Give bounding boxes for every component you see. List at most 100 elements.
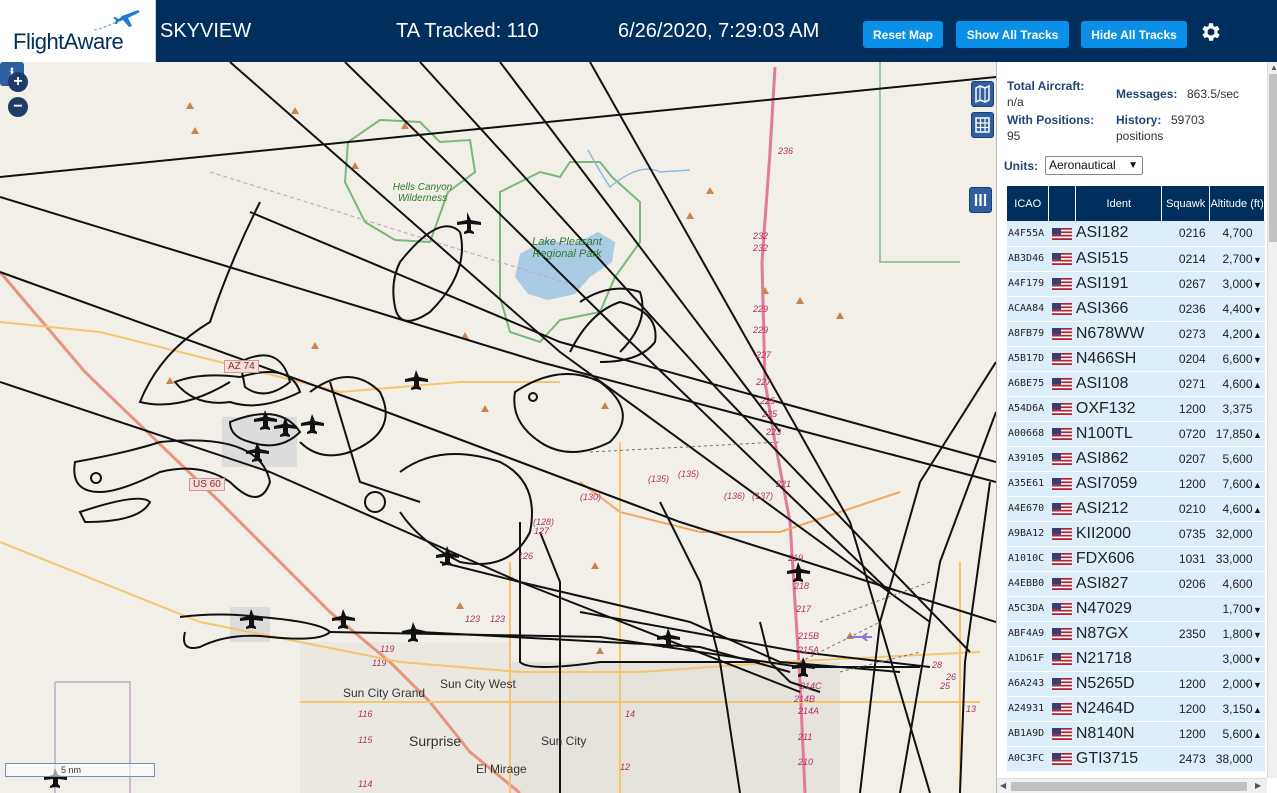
highway-303 <box>579 481 901 533</box>
us-flag-icon <box>1052 453 1073 466</box>
us-flag-icon <box>1052 503 1073 516</box>
cell-squawk: 1200 <box>1161 721 1210 747</box>
cell-flag <box>1048 696 1076 722</box>
table-row[interactable]: A8FB79 N678WW 0273 4,200▲ <box>1007 321 1265 347</box>
us-flag-icon <box>1052 703 1073 716</box>
table-row[interactable]: AB3D46 ASI515 0214 2,700▼ <box>1007 246 1265 272</box>
mile-marker: 225 <box>759 396 776 406</box>
place-label: Surprise <box>409 733 462 749</box>
cell-altitude: 3,000▼ <box>1209 271 1265 297</box>
us-flag-icon <box>1052 628 1073 641</box>
cell-altitude: 2,000▼ <box>1209 671 1265 697</box>
airport-icon <box>850 633 872 641</box>
table-row[interactable]: A6A243 N5265D 1200 2,000▼ <box>1007 671 1265 697</box>
table-row[interactable]: A9BA12 KII2000 0735 32,000 <box>1007 521 1265 547</box>
altitude-trend-icon: ▼ <box>1253 604 1262 615</box>
table-row[interactable]: A00668 N100TL 0720 17,850▲ <box>1007 421 1265 447</box>
place-label: Sun City Grand <box>343 686 426 700</box>
park-label: Lake Pleasant Regional Park <box>532 236 602 260</box>
us-flag-icon <box>1052 228 1073 241</box>
vertical-scrollbar[interactable]: ▲ <box>1267 62 1277 778</box>
cell-altitude: 4,600▲ <box>1209 496 1265 522</box>
cell-flag <box>1048 271 1076 297</box>
horizontal-scrollbar[interactable]: ◀ ▶ <box>997 778 1267 793</box>
sidebar-toggle-button[interactable] <box>969 187 992 213</box>
mile-marker: 214B <box>793 694 815 704</box>
cell-flag <box>1048 471 1076 497</box>
cell-flag <box>1048 346 1076 372</box>
column-header-altitude[interactable]: Altitude (ft) <box>1209 186 1265 221</box>
scroll-left-icon[interactable]: ◀ <box>1000 781 1006 790</box>
us-flag-icon <box>1052 528 1073 541</box>
table-row[interactable]: A4F55A ASI182 0216 4,700 <box>1007 221 1265 247</box>
map-layers-button[interactable] <box>971 81 994 107</box>
column-header-squawk[interactable]: Squawk <box>1161 186 1211 221</box>
table-row[interactable]: ACAA84 ASI366 0236 4,400▼ <box>1007 296 1265 322</box>
total-aircraft-value: n/a <box>1007 95 1024 109</box>
us-flag-icon <box>1052 403 1073 416</box>
altitude-value: 4,600 <box>1222 576 1253 591</box>
table-row[interactable]: A4EBB0 ASI827 0206 4,600 <box>1007 571 1265 597</box>
column-header-flag[interactable] <box>1048 186 1077 221</box>
table-row[interactable]: A1D61F N21718 3,000▼ <box>1007 646 1265 672</box>
horizontal-scroll-thumb[interactable] <box>1011 782 1247 791</box>
mile-marker: 126 <box>518 551 533 561</box>
altitude-trend-icon: ▲ <box>1253 329 1262 340</box>
column-header-ident[interactable]: Ident <box>1075 186 1163 221</box>
mile-marker: 227 <box>755 377 772 387</box>
cell-altitude: 1,800▼ <box>1209 621 1265 647</box>
table-row[interactable]: A0C3FC GTI3715 2473 38,000 <box>1007 746 1265 772</box>
reset-map-button[interactable]: Reset Map <box>863 21 943 48</box>
gear-icon[interactable] <box>1198 20 1222 44</box>
cell-flag <box>1048 221 1076 247</box>
table-row[interactable]: A6BE75 ASI108 0271 4,600▲ <box>1007 371 1265 397</box>
cell-icao: A6BE75 <box>1007 371 1049 397</box>
table-row[interactable]: A4E670 ASI212 0210 4,600▲ <box>1007 496 1265 522</box>
scroll-up-icon[interactable]: ▲ <box>1270 63 1277 72</box>
mile-marker: 227 <box>755 350 772 360</box>
map-canvas[interactable]: 236 232 232 229 229 227 227 225 225 223 … <box>0 62 996 793</box>
altitude-value: 5,600 <box>1222 451 1253 466</box>
cell-ident: KII2000 <box>1075 521 1162 547</box>
columns-icon <box>974 194 987 206</box>
altitude-trend-icon: ▼ <box>1253 629 1262 640</box>
zoom-in-button[interactable]: + <box>8 72 28 92</box>
cell-flag <box>1048 321 1076 347</box>
table-row[interactable]: A39105 ASI862 0207 5,600 <box>1007 446 1265 472</box>
zoom-out-button[interactable]: − <box>8 97 28 117</box>
table-row[interactable]: A5C3DA N47029 1,700▼ <box>1007 596 1265 622</box>
cell-squawk: 1200 <box>1161 396 1210 422</box>
table-row[interactable]: ABF4A9 N87GX 2350 1,800▼ <box>1007 621 1265 647</box>
cell-icao: A54D6A <box>1007 396 1049 422</box>
column-header-icao[interactable]: ICAO <box>1007 186 1050 221</box>
altitude-value: 38,000 <box>1215 751 1253 766</box>
cell-ident: FDX606 <box>1075 546 1162 572</box>
hide-all-tracks-button[interactable]: Hide All Tracks <box>1081 21 1187 48</box>
cell-icao: A5C3DA <box>1007 596 1049 622</box>
show-all-tracks-button[interactable]: Show All Tracks <box>956 21 1069 48</box>
scroll-right-icon[interactable]: ▶ <box>1255 781 1261 790</box>
flightaware-logo[interactable]: FlightAware <box>0 0 156 62</box>
units-select[interactable]: Aeronautical ▼ <box>1045 156 1143 175</box>
aircraft-icon <box>301 414 324 434</box>
altitude-value: 3,375 <box>1222 401 1253 416</box>
vertical-scroll-thumb[interactable] <box>1269 74 1277 242</box>
cell-squawk: 2473 <box>1161 746 1210 772</box>
table-row[interactable]: A35E61 ASI7059 1200 7,600▲ <box>1007 471 1265 497</box>
us-flag-icon <box>1052 303 1073 316</box>
us-flag-icon <box>1052 253 1073 266</box>
grid-toggle-button[interactable] <box>971 112 994 138</box>
cell-squawk: 0236 <box>1161 296 1210 322</box>
altitude-trend-icon: ▲ <box>1253 729 1262 740</box>
table-row[interactable]: A5B17D N466SH 0204 6,600▼ <box>1007 346 1265 372</box>
table-row[interactable]: A4F179 ASI191 0267 3,000▼ <box>1007 271 1265 297</box>
table-row[interactable]: AB1A9D N8140N 1200 5,600▲ <box>1007 721 1265 747</box>
table-row[interactable]: A1010C FDX606 1031 33,000 <box>1007 546 1265 572</box>
us-flag-icon <box>1052 753 1073 766</box>
table-row[interactable]: A54D6A OXF132 1200 3,375 <box>1007 396 1265 422</box>
table-row[interactable]: A24931 N2464D 1200 3,150▲ <box>1007 696 1265 722</box>
cell-flag <box>1048 546 1076 572</box>
cell-altitude: 3,000▼ <box>1209 646 1265 672</box>
units-label: Units: <box>1004 159 1038 173</box>
cell-squawk: 0267 <box>1161 271 1210 297</box>
